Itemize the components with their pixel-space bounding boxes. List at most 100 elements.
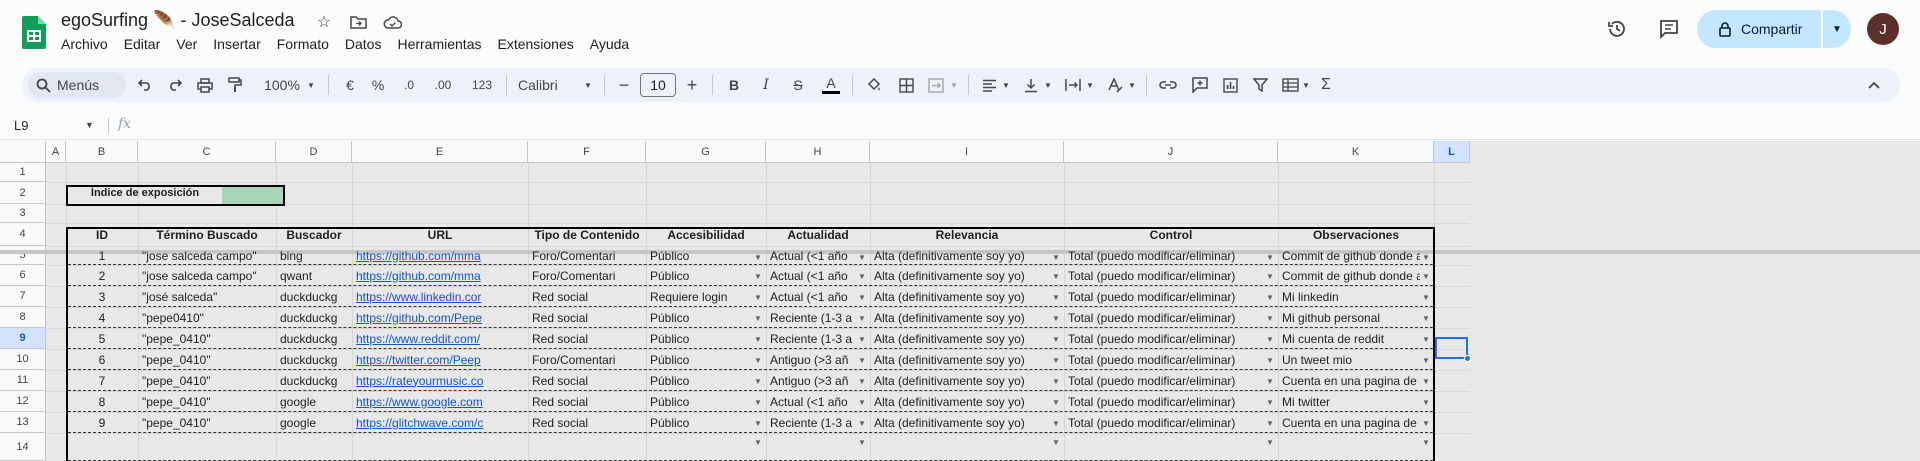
row-header-14[interactable]: 14 [0,433,46,461]
row-header-5[interactable]: 5 [0,246,46,265]
selected-cell-outline[interactable] [1435,337,1468,359]
menu-editar[interactable]: Editar [124,36,169,52]
column-header-h[interactable]: H [766,141,870,163]
column-header-c[interactable]: C [138,141,276,163]
undo-icon[interactable] [134,68,156,102]
row-header-10[interactable]: 10 [0,349,46,370]
font-size-input[interactable]: 10 [640,73,676,97]
row-header-11[interactable]: 11 [0,370,46,391]
column-header-i[interactable]: I [870,141,1064,163]
collapse-toolbar-icon[interactable] [1862,68,1886,102]
row-dashed-line [68,285,1433,286]
menu-extensiones[interactable]: Extensiones [497,36,581,52]
row-header-2[interactable]: 2 [0,182,46,204]
share-dropdown-button[interactable]: ▼ [1823,10,1851,48]
move-folder-icon[interactable] [348,12,368,32]
sheets-logo-icon[interactable] [22,16,46,49]
bold-button[interactable]: B [724,68,744,102]
fill-color-icon[interactable] [862,68,886,102]
borders-icon[interactable] [894,68,918,102]
menu-archivo[interactable]: Archivo [61,36,116,52]
menu-ayuda[interactable]: Ayuda [590,36,637,52]
zoom-select[interactable]: 100% [260,68,304,102]
row-header-12[interactable]: 12 [0,391,46,412]
column-header-d[interactable]: D [276,141,352,163]
grid-outside-area[interactable] [1470,141,1920,461]
percent-button[interactable]: % [368,68,388,102]
avatar[interactable]: J [1867,13,1899,45]
rotation-caret-icon[interactable]: ▼ [1126,68,1138,102]
redo-icon[interactable] [164,68,186,102]
column-header-f[interactable]: F [528,141,646,163]
paint-format-icon[interactable] [224,68,246,102]
text-color-button[interactable]: A [820,68,842,102]
menu-herramientas[interactable]: Herramientas [397,36,489,52]
vertical-align-icon[interactable] [1020,68,1042,102]
merge-caret-icon[interactable]: ▼ [948,68,960,102]
increase-decimals-button[interactable]: .00 [428,68,458,102]
strikethrough-button[interactable]: S [788,68,808,102]
row-header-9[interactable]: 9 [0,328,46,349]
row-header-1[interactable]: 1 [0,163,46,182]
wrap-caret-icon[interactable]: ▼ [1084,68,1096,102]
print-icon[interactable] [194,68,216,102]
table-border [66,227,1435,461]
title-icons: ☆ [314,12,402,32]
filter-icon[interactable] [1248,68,1272,102]
more-formats-button[interactable]: 123 [468,68,496,102]
row-header-8[interactable]: 8 [0,307,46,328]
column-header-k[interactable]: K [1278,141,1434,163]
column-header-j[interactable]: J [1064,141,1278,163]
row-header-3[interactable]: 3 [0,204,46,223]
zoom-value: 100% [264,77,300,93]
insert-link-icon[interactable] [1156,68,1180,102]
menu-insertar[interactable]: Insertar [213,36,268,52]
decrease-font-size-icon[interactable]: − [614,68,634,102]
increase-font-size-icon[interactable]: + [682,68,702,102]
column-header-e[interactable]: E [352,141,528,163]
row-header-7[interactable]: 7 [0,286,46,307]
document-title[interactable]: egoSurfing 🪶 - JoseSalceda [61,10,295,31]
name-box-caret-icon[interactable]: ▼ [85,120,94,130]
fill-handle[interactable] [1464,355,1471,362]
currency-button[interactable]: € [340,68,360,102]
column-header-l[interactable]: L [1434,141,1470,163]
halign-caret-icon[interactable]: ▼ [1000,68,1012,102]
merge-cells-icon[interactable] [924,68,948,102]
row-header-4[interactable]: 4 [0,223,46,246]
star-icon[interactable]: ☆ [314,12,334,32]
text-wrap-icon[interactable] [1062,68,1084,102]
version-history-icon[interactable] [1606,18,1628,40]
insert-comment-icon[interactable] [1188,68,1212,102]
functions-button[interactable]: Σ [1314,68,1338,102]
search-icon [36,78,51,93]
column-header-a[interactable]: A [46,141,66,163]
menu-datos[interactable]: Datos [345,36,390,52]
row-header-13[interactable]: 13 [0,412,46,433]
filter-views-icon[interactable] [1278,68,1302,102]
select-all-corner[interactable] [0,141,46,163]
menu-formato[interactable]: Formato [277,36,337,52]
toolbar-divider [506,75,507,95]
cloud-status-icon[interactable] [382,12,402,32]
menu-ver[interactable]: Ver [176,36,205,52]
italic-button[interactable]: I [756,68,776,102]
search-menus-button[interactable]: Menús [28,72,126,98]
filter-views-caret-icon[interactable]: ▼ [1300,68,1312,102]
comments-icon[interactable] [1658,18,1680,40]
share-button[interactable]: Compartir [1697,10,1821,48]
font-caret-icon[interactable]: ▼ [582,68,594,102]
name-box[interactable]: L9 [14,118,28,133]
column-header-g[interactable]: G [646,141,766,163]
text-rotation-icon[interactable] [1104,68,1126,102]
column-header-b[interactable]: B [66,141,138,163]
toolbar-divider [328,75,329,95]
insert-chart-icon[interactable] [1218,68,1242,102]
toolbar-divider [1146,75,1147,95]
font-select[interactable]: Calibri [518,68,574,102]
valign-caret-icon[interactable]: ▼ [1042,68,1054,102]
horizontal-align-icon[interactable] [978,68,1000,102]
zoom-caret-icon[interactable]: ▼ [305,68,317,102]
row-header-6[interactable]: 6 [0,265,46,286]
decrease-decimals-button[interactable]: .0 [396,68,422,102]
